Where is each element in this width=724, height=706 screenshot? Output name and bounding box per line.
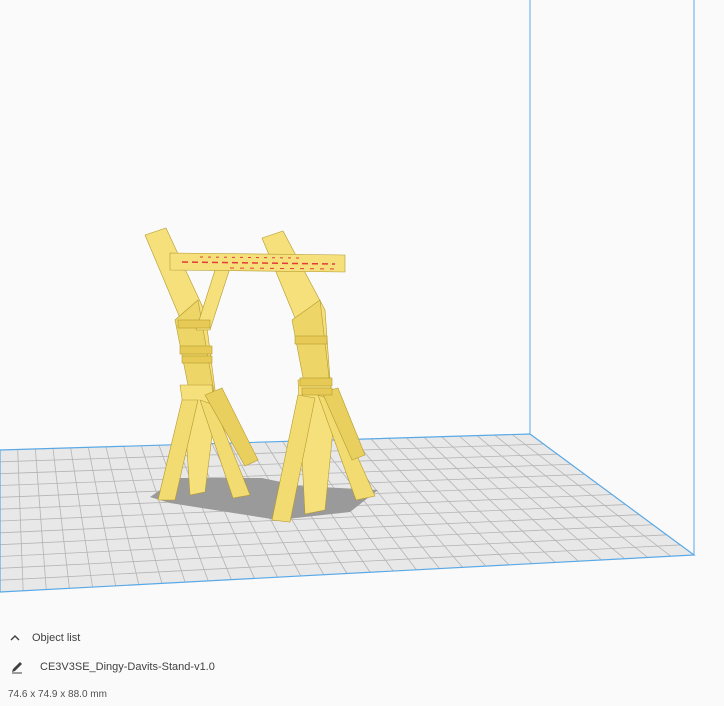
object-name: CE3V3SE_Dingy-Davits-Stand-v1.0 <box>40 661 215 673</box>
object-dimensions: 74.6 x 74.9 x 88.0 mm <box>8 688 107 700</box>
object-list-item[interactable]: CE3V3SE_Dingy-Davits-Stand-v1.0 <box>10 657 215 677</box>
object-list-label: Object list <box>32 632 81 644</box>
pencil-icon[interactable] <box>10 660 24 674</box>
object-list-toggle[interactable]: Object list <box>8 628 80 648</box>
object-list-panel <box>0 600 724 706</box>
build-plate-viewport[interactable] <box>0 0 724 600</box>
chevron-up-icon <box>8 631 22 645</box>
